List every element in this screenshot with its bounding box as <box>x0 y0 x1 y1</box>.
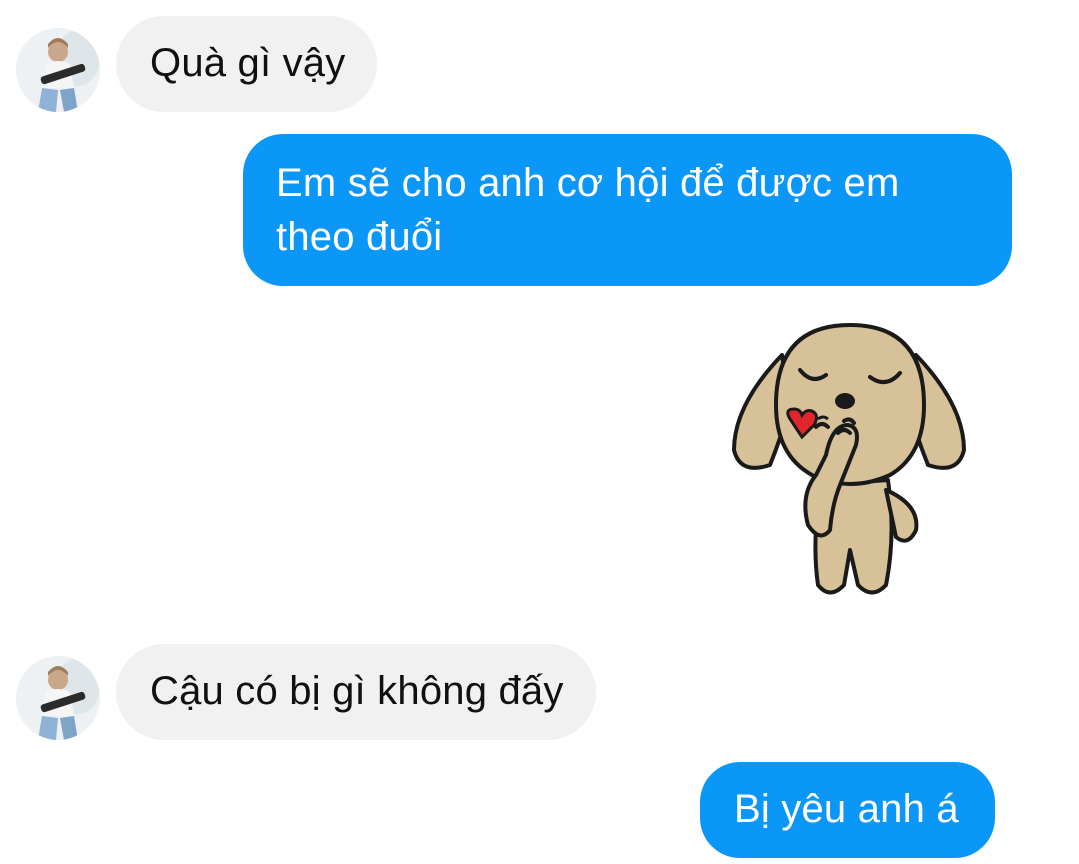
contact-avatar[interactable] <box>16 28 100 112</box>
avatar-person-icon <box>16 28 100 112</box>
avatar-person-icon <box>16 656 100 740</box>
incoming-message[interactable]: Cậu có bị gì không đấy <box>116 644 596 740</box>
incoming-message[interactable]: Quà gì vậy <box>116 16 378 112</box>
puppy-sticker[interactable] <box>720 315 980 605</box>
contact-avatar[interactable] <box>16 656 100 740</box>
outgoing-message[interactable]: Bị yêu anh á <box>700 762 995 858</box>
puppy-blowing-kiss-icon <box>732 323 966 595</box>
outgoing-message[interactable]: Em sẽ cho anh cơ hội để được em theo đuổ… <box>243 134 1012 286</box>
